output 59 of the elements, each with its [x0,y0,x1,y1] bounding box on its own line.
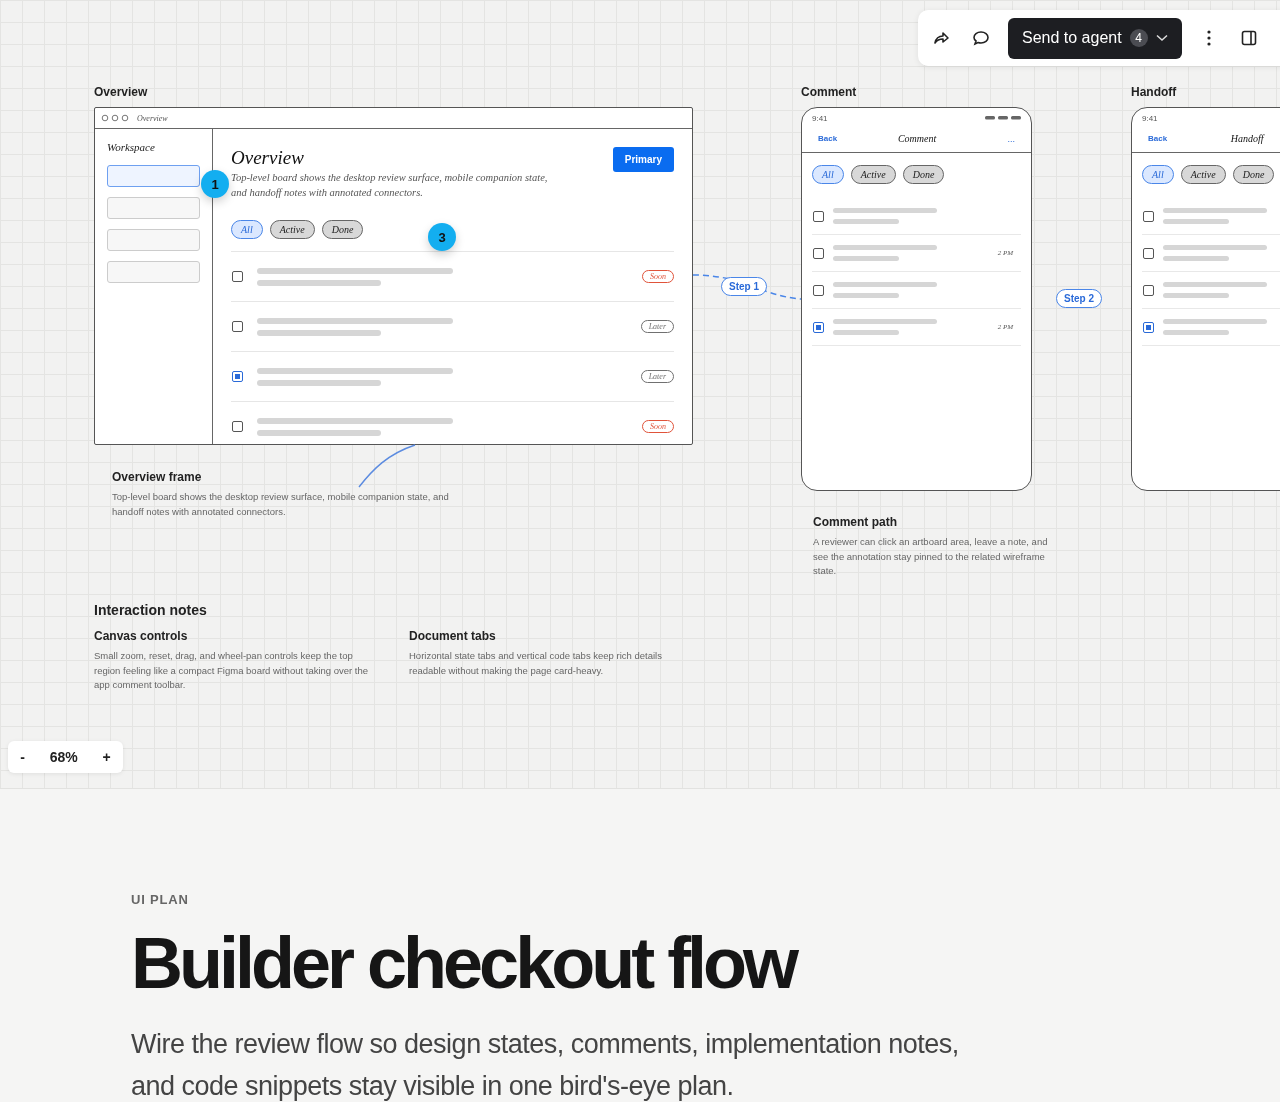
filter-chip[interactable]: Active [1180,165,1226,184]
checkbox[interactable] [1143,321,1154,333]
screen-title: Comment [897,133,937,144]
wireframe-heading: Overview [231,147,305,169]
zoom-level: 68% [49,749,78,765]
filter-chip[interactable]: All [1142,165,1174,184]
window-dots-icon [101,114,129,122]
checkbox[interactable] [232,421,243,432]
status-time: 9:41 [812,113,828,123]
artboard-label: Overview [94,85,148,99]
chevron-down-icon [1155,34,1168,42]
checkbox[interactable] [813,321,824,333]
leader-line [358,444,416,488]
filter-chip[interactable]: Done [902,165,945,184]
more-link[interactable]: ... [997,133,1015,144]
checkbox[interactable] [232,271,243,282]
note-text: A reviewer can click an artboard area, leave a note, and see the annotation stay pinned to the related wireframe state. [813,535,1049,578]
back-link[interactable]: Back [818,134,838,143]
checkbox[interactable] [813,210,824,222]
zoom-in-button[interactable]: + [102,749,111,765]
filter-chip[interactable]: All [812,165,844,184]
status-icons [985,116,1021,120]
note-title: Canvas controls [94,629,189,643]
artboard-label: Handoff [1131,85,1177,99]
zoom-out-button[interactable]: - [20,749,25,765]
checkbox[interactable] [232,371,243,382]
section-title: Interaction notes [94,602,208,618]
checkbox[interactable] [1143,247,1154,259]
primary-button[interactable]: Primary [612,147,674,172]
screen-title: Handoff [1230,133,1264,144]
checkbox[interactable] [813,247,824,259]
note-title: Comment path [813,515,898,529]
checkbox[interactable] [1143,210,1154,222]
step-label: Step 1 [721,277,767,296]
window-title: Overview [137,113,168,123]
status-time: 9:41 [1142,113,1158,123]
checkbox[interactable] [813,284,824,296]
filter-chip[interactable]: Done [321,220,364,239]
note-text: Small zoom, reset, drag, and wheel-pan controls keep the top region feeling like a compact Figma board without taking over the app comment toolbar. [94,649,369,692]
checkbox[interactable] [232,321,243,332]
filter-chip[interactable]: Active [850,165,896,184]
step-label: Step 2 [1056,289,1102,308]
back-link[interactable]: Back [1148,134,1168,143]
count-badge: 4 [1129,29,1148,47]
send-to-agent-button[interactable]: Send to agent 4 [1008,17,1182,59]
note-text: Horizontal state tabs and vertical code tabs keep rich details readable without making the page card-heavy. [409,649,663,678]
note-title: Overview frame [112,470,203,484]
wireframe-description: Top-level board shows the desktop review surface, mobile companion state, and handoff notes with annotated connectors. [231,171,549,200]
note-text: Top-level board shows the desktop review surface, mobile companion state, and handoff notes with annotated connectors. [112,490,450,519]
page-title: Builder checkout flow [131,925,797,1001]
artboard-label: Comment [801,85,857,99]
filter-chip[interactable]: Done [1232,165,1275,184]
checkbox[interactable] [1143,284,1154,296]
note-title: Document tabs [409,629,497,643]
filter-chip[interactable]: All [231,220,263,239]
sidebar-title: Workspace [107,141,156,153]
lead-text: Wire the review flow so design states, comments, implementation notes, and code snippets stay visible in one bird's-eye plan. [131,1028,960,1102]
eyebrow-label: UI PLAN [131,892,190,907]
filter-chip[interactable]: Active [269,220,315,239]
